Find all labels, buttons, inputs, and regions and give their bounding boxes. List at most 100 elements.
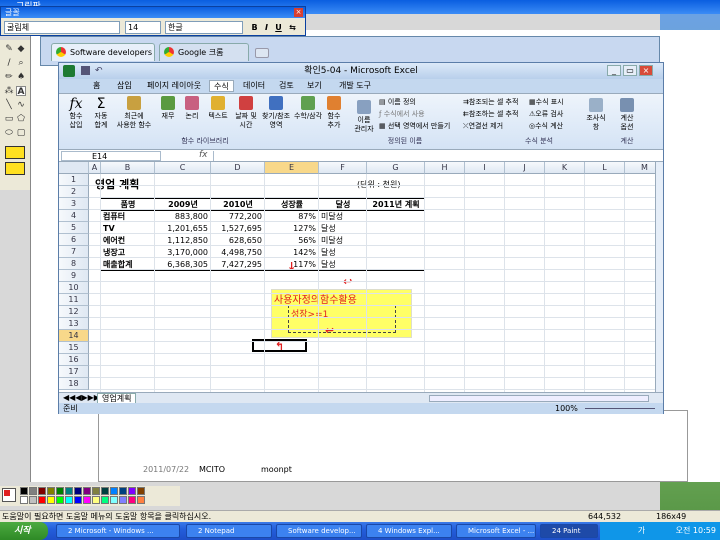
row-header-6[interactable]: 6 [59, 234, 89, 246]
recent-functions-button[interactable]: 최근에 사용한 함수 [115, 96, 153, 130]
palette-swatch[interactable] [74, 487, 82, 495]
row-header-14[interactable]: 14 [59, 330, 89, 342]
tab-page-layout[interactable]: 페이지 레이아웃 [147, 80, 201, 92]
row-header-18[interactable]: 18 [59, 378, 89, 390]
tab-view[interactable]: 보기 [307, 80, 322, 92]
palette-swatch[interactable] [119, 496, 127, 504]
palette-swatch[interactable] [128, 487, 136, 495]
datetime-button[interactable]: 날짜 및 시간 [233, 96, 259, 130]
palette-swatch[interactable] [29, 487, 37, 495]
lookup-button[interactable]: 찾기/참조 영역 [259, 96, 293, 130]
palette-swatch[interactable] [65, 496, 73, 504]
palette-swatch[interactable] [20, 496, 28, 504]
task-paint[interactable]: 24 Paint [540, 524, 598, 538]
row-header-4[interactable]: 4 [59, 210, 89, 222]
palette-swatch[interactable] [110, 496, 118, 504]
insert-function-button[interactable]: fx 함수 삽입 [63, 96, 89, 130]
create-from-selection-button[interactable]: ▦ 선택 영역에서 만들기 [379, 122, 450, 131]
fx-icon[interactable]: fx [199, 150, 208, 160]
row-header-11[interactable]: 11 [59, 294, 89, 306]
palette-swatch[interactable] [83, 496, 91, 504]
palette-swatch[interactable] [110, 487, 118, 495]
palette-swatch[interactable] [137, 487, 145, 495]
palette-swatch[interactable] [119, 487, 127, 495]
task-explorer[interactable]: 4 Windows Expl... [366, 524, 452, 538]
underline-button[interactable]: U [273, 21, 284, 34]
pencil-icon[interactable]: ✏ [4, 72, 14, 82]
remove-arrows-button[interactable]: ⤫연결선 제거 [463, 122, 503, 131]
use-in-formula-button[interactable]: ƒ 수식에서 사용 [379, 110, 425, 119]
select-all-corner[interactable] [59, 162, 89, 174]
task-chrome[interactable]: Software develop... [276, 524, 362, 538]
column-header-f[interactable]: F [319, 162, 367, 174]
new-tab-button[interactable] [255, 48, 269, 58]
vertical-text-button[interactable]: ⇆ [287, 21, 298, 34]
palette-swatch[interactable] [137, 496, 145, 504]
row-header-5[interactable]: 5 [59, 222, 89, 234]
name-manager-button[interactable]: 이름 관리자 [351, 100, 377, 134]
rounded-rect-icon[interactable]: ▢ [16, 128, 26, 138]
annotation-box[interactable]: 사용자정의함수활용 성장>=1 [271, 289, 412, 338]
row-header-3[interactable]: 3 [59, 198, 89, 210]
text-tool-icon[interactable]: A [16, 86, 26, 97]
trace-dependents-button[interactable]: ⇇참조하는 셀 추적 [463, 110, 518, 119]
brush-icon[interactable]: ♠ [16, 72, 26, 82]
polygon-icon[interactable]: ⬠ [16, 114, 26, 124]
bold-button[interactable]: B [249, 21, 260, 34]
close-button[interactable]: × [639, 65, 653, 76]
palette-swatch[interactable] [47, 496, 55, 504]
column-header-j[interactable]: J [505, 162, 545, 174]
minimize-button[interactable]: _ [607, 65, 621, 76]
magnifier-icon[interactable]: ⌕ [16, 58, 26, 68]
palette-swatch[interactable] [101, 487, 109, 495]
sheet-nav-icon[interactable]: ◀◀◀▶▶▶ [63, 393, 100, 403]
palette-swatch[interactable] [29, 496, 37, 504]
row-header-17[interactable]: 17 [59, 366, 89, 378]
palette-swatch[interactable] [83, 487, 91, 495]
trace-precedents-button[interactable]: ⇉참조되는 셀 추적 [463, 98, 518, 107]
column-header-l[interactable]: L [585, 162, 625, 174]
autosum-button[interactable]: Σ 자동 합계 [89, 96, 113, 130]
column-header-b[interactable]: B [101, 162, 155, 174]
row-header-2[interactable]: 2 [59, 186, 89, 198]
row-header-10[interactable]: 10 [59, 282, 89, 294]
worksheet-grid[interactable]: 영업 계획 (단위 : 천원) 품명2009년2010년성장률달성2011년 계… [59, 162, 655, 392]
column-header-h[interactable]: H [425, 162, 465, 174]
text-functions-button[interactable]: 텍스트 [205, 96, 231, 121]
row-header-1[interactable]: 1 [59, 174, 89, 186]
column-header-a[interactable]: A [89, 162, 101, 174]
palette-swatch[interactable] [65, 487, 73, 495]
transparent-option-icon[interactable] [5, 162, 25, 175]
save-icon[interactable] [81, 66, 90, 75]
start-button[interactable]: 시작 [0, 522, 48, 540]
calc-options-button[interactable]: 계산 옵션 [615, 98, 639, 132]
palette-swatch[interactable] [101, 496, 109, 504]
palette-swatch[interactable] [74, 496, 82, 504]
task-windows[interactable]: 2 Microsoft - Windows ... [56, 524, 180, 538]
tab-data[interactable]: 데이터 [243, 80, 265, 92]
palette-swatch[interactable] [92, 496, 100, 504]
row-header-16[interactable]: 16 [59, 354, 89, 366]
task-excel[interactable]: Microsoft Excel - ... [456, 524, 536, 538]
palette-swatch[interactable] [56, 487, 64, 495]
ellipse-icon[interactable]: ⬭ [4, 128, 14, 138]
more-functions-button[interactable]: 함수 추가 [323, 96, 345, 130]
curve-icon[interactable]: ∿ [16, 100, 26, 110]
rectangle-icon[interactable]: ▭ [4, 114, 14, 124]
task-notepad[interactable]: 2 Notepad [186, 524, 272, 538]
palette-swatch[interactable] [38, 496, 46, 504]
tab-insert[interactable]: 삽입 [117, 80, 132, 92]
column-header-e[interactable]: E [265, 162, 319, 174]
row-header-13[interactable]: 13 [59, 318, 89, 330]
palette-swatch[interactable] [92, 487, 100, 495]
undo-icon[interactable]: ↶ [95, 63, 103, 79]
financial-button[interactable]: 재무 [157, 96, 179, 121]
row-header-15[interactable]: 15 [59, 342, 89, 354]
font-family-select[interactable]: 굴림체 [4, 21, 120, 34]
close-icon[interactable]: × [294, 8, 303, 17]
horizontal-scrollbar[interactable] [429, 395, 649, 402]
define-name-button[interactable]: ▤ 이름 정의 [379, 98, 416, 107]
font-size-select[interactable]: 14 [125, 21, 161, 34]
column-header-m[interactable]: M [625, 162, 655, 174]
maximize-button[interactable]: ▭ [623, 65, 637, 76]
